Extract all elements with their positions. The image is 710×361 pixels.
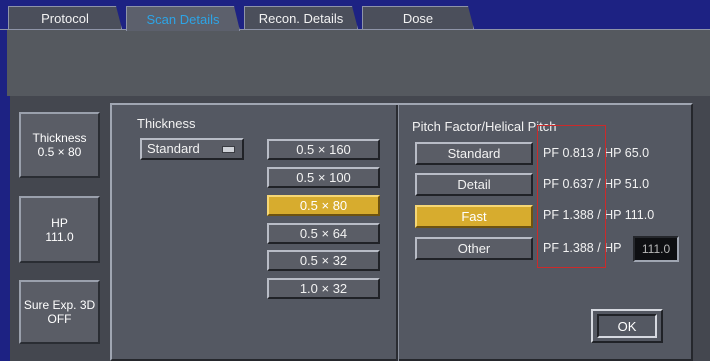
thickness-option-0.5x80[interactable]: 0.5 × 80 [267, 195, 380, 216]
top-panel [7, 30, 710, 96]
pitch-option-other[interactable]: Other [415, 237, 533, 260]
thickness-summary-button[interactable]: Thickness 0.5 × 80 [19, 112, 100, 178]
pitch-option-fast[interactable]: Fast [415, 205, 533, 228]
hp-input-field[interactable]: 111.0 [633, 236, 679, 262]
panel-divider [396, 105, 399, 361]
tab-recon-details[interactable]: Recon. Details [244, 6, 358, 29]
pitch-option-detail[interactable]: Detail [415, 173, 533, 196]
tab-dose[interactable]: Dose [362, 6, 474, 29]
thickness-dropdown[interactable]: Standard [140, 138, 244, 160]
thickness-option-1.0x32[interactable]: 1.0 × 32 [267, 278, 380, 299]
hp-summary-button[interactable]: HP 111.0 [19, 196, 100, 263]
thickness-title: Thickness [137, 116, 196, 131]
ok-button-label: OK [597, 314, 657, 338]
tab-scan-details[interactable]: Scan Details [126, 6, 240, 31]
ok-button[interactable]: OK [591, 309, 663, 343]
thickness-summary-value: 0.5 × 80 [37, 145, 82, 159]
pitch-title: Pitch Factor/Helical Pitch [412, 119, 557, 134]
tab-protocol[interactable]: Protocol [8, 6, 122, 29]
hp-summary-value: 111.0 [45, 229, 74, 244]
thickness-dropdown-value: Standard [147, 141, 200, 156]
sure-exp-3d-button[interactable]: Sure Exp. 3D OFF [19, 280, 100, 344]
thickness-option-0.5x32[interactable]: 0.5 × 32 [267, 250, 380, 271]
thickness-option-0.5x100[interactable]: 0.5 × 100 [267, 167, 380, 188]
dropdown-indicator-icon [222, 146, 235, 153]
thickness-option-0.5x64[interactable]: 0.5 × 64 [267, 223, 380, 244]
hp-summary-label: HP [51, 215, 68, 230]
highlight-annotation-box [537, 125, 606, 268]
pitch-option-standard[interactable]: Standard [415, 142, 533, 165]
sure-exp-label: Sure Exp. 3D [23, 298, 96, 312]
thickness-summary-label: Thickness [32, 131, 87, 145]
sure-exp-value: OFF [47, 312, 72, 326]
thickness-option-0.5x160[interactable]: 0.5 × 160 [267, 139, 380, 160]
